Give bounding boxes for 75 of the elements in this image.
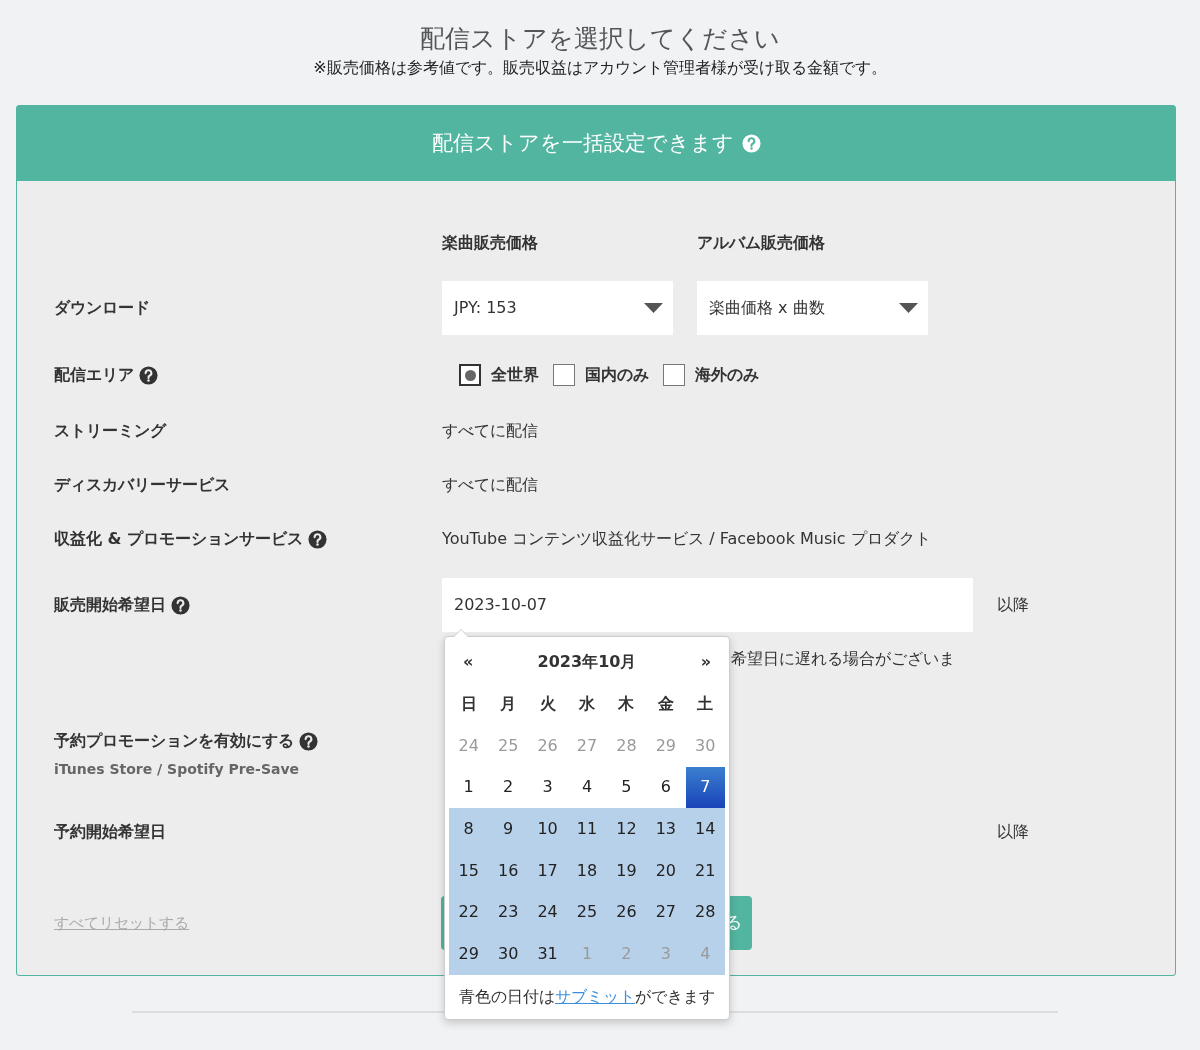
help-icon[interactable] [308,529,328,549]
field-label: 配信エリア [54,364,134,386]
day-cell[interactable]: 4 [567,766,607,809]
weekday-header: 金 [656,693,675,715]
notice-text: ※販売価格は参考値です。販売収益はアカウント管理者様が受け取る金額です。 [312,57,888,79]
day-cell[interactable]: 5 [606,766,647,809]
day-cell[interactable]: 20 [646,849,686,892]
field-label: ディスカバリーサービス [54,474,230,496]
field-label: 販売開始希望日 [54,594,166,616]
day-cell[interactable]: 1 [449,766,489,809]
suffix-text: 以降 [997,821,1029,843]
day-cell[interactable]: 15 [449,849,489,892]
day-cell[interactable]: 13 [646,808,686,850]
day-cell[interactable]: 25 [567,891,607,933]
field-label: 予約プロモーションを有効にする [54,730,294,752]
day-cell[interactable]: 29 [449,932,489,975]
month-title: 2023年10月 [537,651,637,673]
prev-month-button[interactable]: « [463,650,474,674]
submit-link[interactable]: サブミット [555,986,635,1006]
weekday-header: 火 [538,693,557,715]
day-cell[interactable]: 7 [685,766,725,809]
day-cell[interactable]: 16 [488,849,528,892]
next-month-button[interactable]: » [700,650,711,674]
field-value: すべてに配信 [442,420,538,442]
field-value: すべてに配信 [442,474,538,496]
day-cell[interactable]: 10 [527,808,568,850]
field-label: 予約開始希望日 [54,821,166,843]
option-label[interactable]: 国内のみ [585,363,649,387]
day-cell[interactable]: 14 [685,808,725,850]
option-label[interactable]: 海外のみ [695,363,759,387]
weekday-header: 木 [617,693,636,715]
field-value: YouTube コンテンツ収益化サービス / Facebook Music プロダクト [442,528,931,550]
day-cell[interactable]: 19 [606,849,647,892]
card-title: 配信ストアを一括設定できます [431,129,734,157]
caret-icon [644,303,663,313]
day-cell[interactable]: 8 [449,808,489,850]
day-cell[interactable]: 21 [685,849,725,892]
column-header: アルバム販売価格 [697,232,826,254]
price-select[interactable]: JPY: 153 [442,281,673,335]
page-title: 配信ストアを選択してください [419,23,781,55]
caret-icon [899,303,918,313]
day-cell[interactable]: 27 [646,891,686,933]
day-cell[interactable]: 28 [685,891,725,933]
field-label: 収益化 & プロモーションサービス [54,528,304,550]
weekday-header: 土 [696,693,715,715]
day-cell[interactable]: 26 [606,891,647,933]
day-cell[interactable]: 12 [606,808,647,850]
weekday-header: 水 [578,693,596,715]
day-cell[interactable]: 3 [527,766,568,809]
help-icon[interactable] [171,595,190,615]
picker-footer-text: 青色の日付はサブミット ができます [458,985,716,1008]
suffix-text: 以降 [997,594,1029,616]
day-cell[interactable]: 18 [567,849,607,892]
field-label: ダウンロード [54,297,150,319]
day-cell[interactable]: 22 [449,891,489,933]
day-cell[interactable]: 24 [527,891,568,933]
day-cell[interactable]: 11 [567,808,607,850]
day-cell[interactable]: 2 [488,766,528,809]
field-label: ストリーミング [54,420,166,442]
help-icon[interactable] [139,365,158,385]
price-select[interactable]: 楽曲価格 x 曲数 [697,281,928,335]
day-cell[interactable]: 23 [488,891,528,933]
column-header: 楽曲販売価格 [442,232,539,254]
option-box[interactable] [459,364,481,386]
help-icon[interactable] [299,731,318,751]
day-cell[interactable]: 17 [527,849,568,892]
weekday-header: 日 [459,693,478,715]
option-label[interactable]: 全世界 [491,363,539,387]
day-cell[interactable]: 31 [527,932,568,975]
day-cell[interactable]: 30 [488,932,528,975]
day-cell[interactable]: 6 [646,766,686,809]
day-cell[interactable]: 9 [488,808,528,850]
field-sublabel: iTunes Store / Spotify Pre-Save [54,760,301,779]
note-text: 希望日に遅れる場合がございま [731,648,955,670]
weekday-header: 月 [499,693,518,715]
